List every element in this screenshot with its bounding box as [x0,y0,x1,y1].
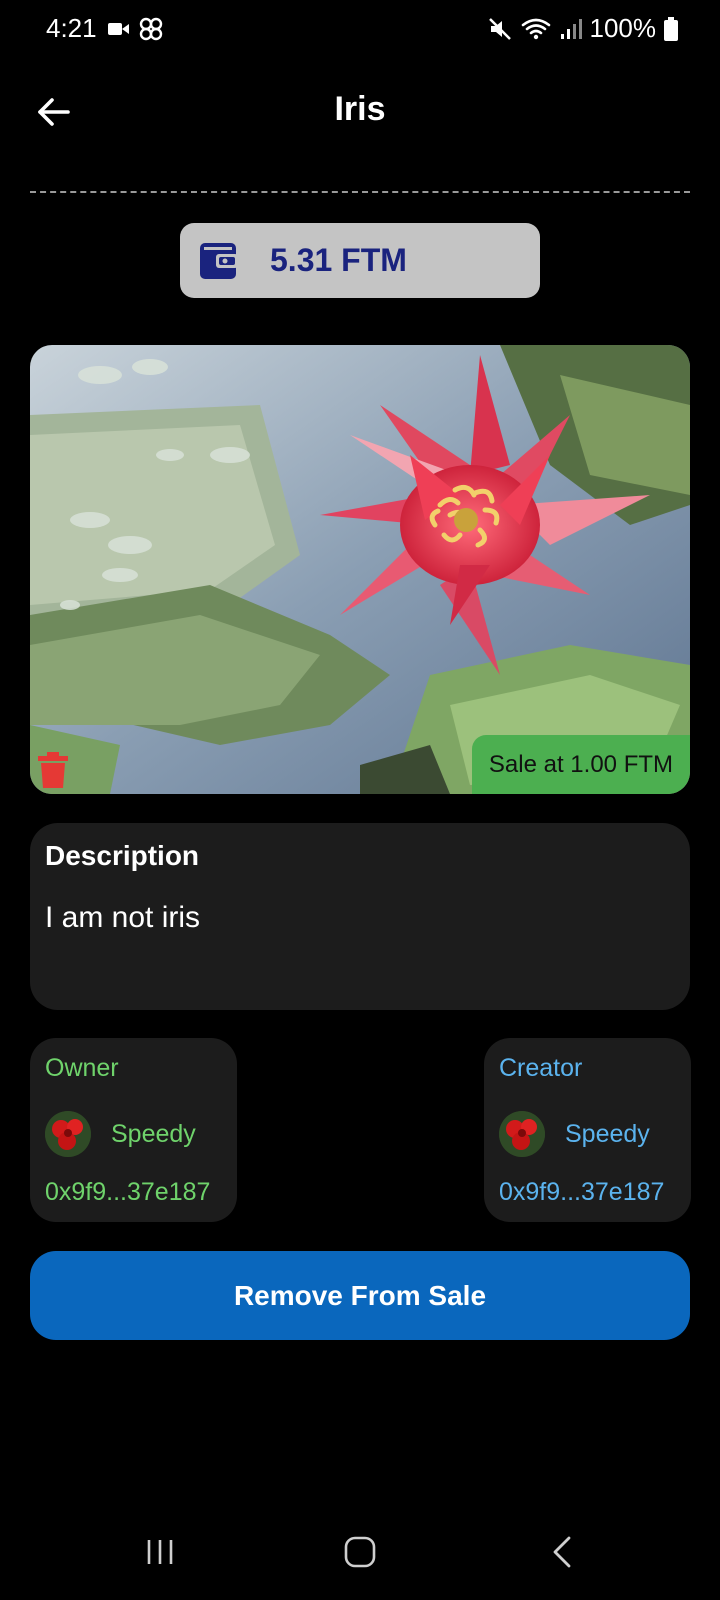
owner-card[interactable]: Owner Speedy 0x9f9...37e187 [30,1038,237,1222]
video-icon [108,23,129,35]
description-heading: Description [45,840,200,871]
nft-image[interactable]: Sale at 1.00 FTM [30,345,690,794]
description-card: Description I am not iris [30,823,690,1010]
page-title: Iris [334,90,386,128]
home-button[interactable] [335,1532,385,1572]
creator-label: Creator [499,1054,583,1082]
sale-price-badge: Sale at 1.00 FTM [471,735,690,794]
owner-label: Owner [45,1054,119,1082]
back-icon [553,1536,571,1568]
app-bar: Iris [0,80,720,144]
wifi-icon [521,18,550,39]
owner-name: Speedy [111,1119,196,1148]
creator-avatar [499,1111,545,1157]
owner-avatar [45,1111,91,1157]
trash-icon[interactable] [38,752,68,788]
battery-icon [664,16,678,41]
dashed-divider [30,191,690,193]
flower-avatar-icon [45,1111,91,1157]
battery-percentage: 100% [589,13,657,43]
creator-name: Speedy [565,1119,650,1148]
wallet-balance-chip[interactable]: 5.31 FTM [180,223,540,298]
remove-from-sale-button[interactable]: Remove From Sale [30,1251,690,1340]
system-back-button[interactable] [537,1532,587,1572]
status-left-icons [108,16,164,42]
owner-row: Speedy [45,1111,196,1157]
water-lily-image [30,345,690,794]
status-time: 4:21 [46,13,97,43]
creator-row: Speedy [499,1111,650,1157]
creator-address[interactable]: 0x9f9...37e187 [499,1178,664,1207]
signal-icon [560,18,582,39]
balance-amount: 5.31 FTM [270,242,407,278]
recent-apps-button[interactable] [135,1532,185,1572]
home-icon [344,1536,376,1568]
flower-avatar-icon [499,1111,545,1157]
status-right: 100% [488,13,678,44]
creator-card[interactable]: Creator Speedy 0x9f9...37e187 [484,1038,691,1222]
owner-address[interactable]: 0x9f9...37e187 [45,1178,210,1207]
wallet-icon [200,242,238,279]
system-nav-bar [0,1510,720,1600]
status-bar: 4:21 100% [0,0,720,58]
description-text: I am not iris [45,901,201,934]
pinwheel-icon [139,17,163,41]
recent-apps-icon [147,1540,173,1564]
mute-icon [488,17,511,40]
